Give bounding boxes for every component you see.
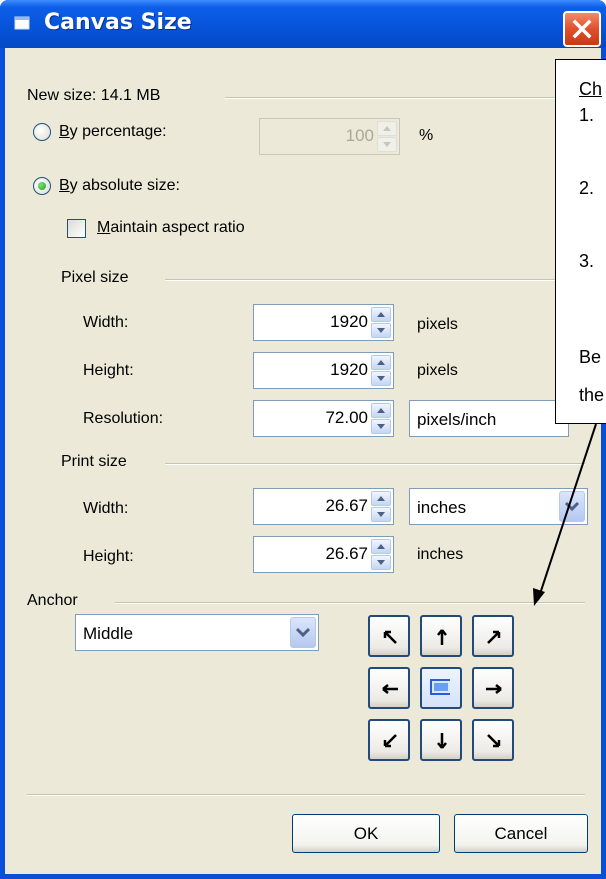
callout-arrow-icon bbox=[533, 423, 597, 606]
